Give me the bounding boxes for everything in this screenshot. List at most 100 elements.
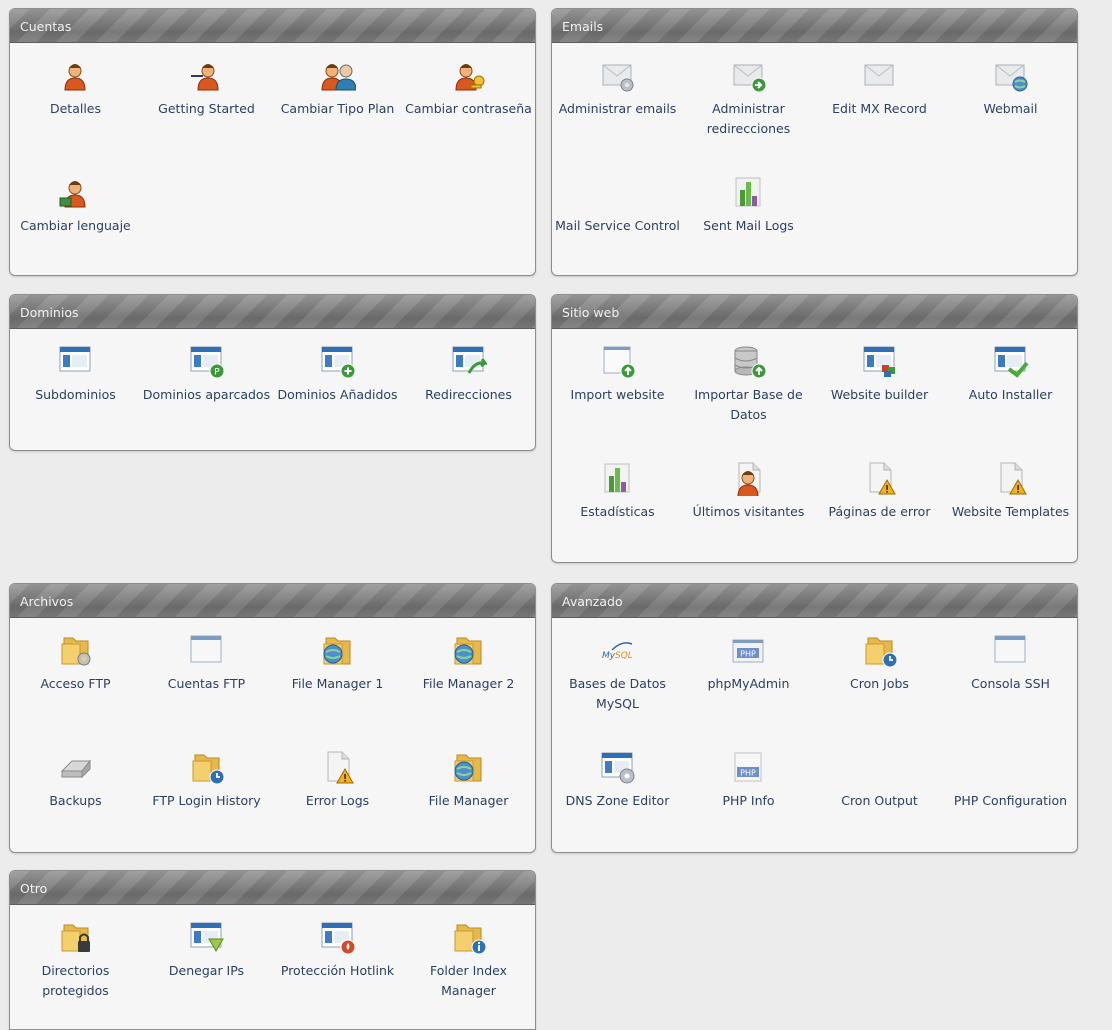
panel-archivos: Archivos Acceso FTP Cuentas FTP File Manag… xyxy=(9,583,536,853)
tool-link[interactable]: Backups xyxy=(10,747,141,811)
tool-link[interactable]: Website Templates xyxy=(945,458,1076,522)
window-blank-icon xyxy=(141,630,272,668)
tool-label: phpMyAdmin xyxy=(707,676,790,691)
page-warning-icon xyxy=(272,747,403,785)
tool-link[interactable]: Acceso FTP xyxy=(10,630,141,694)
folder-lock-icon xyxy=(10,917,141,955)
folder-gear-icon xyxy=(10,630,141,668)
window-parked-icon: P xyxy=(141,341,272,379)
envelope-gear-icon xyxy=(552,55,683,93)
tool-label: Directorios protegidos xyxy=(41,963,110,998)
window-add-icon xyxy=(272,341,403,379)
panel-cuentas: Cuentas Detalles Getting Started Cambiar T… xyxy=(9,8,536,276)
tool-link[interactable]: P Dominios aparcados xyxy=(141,341,272,405)
tool-label: Subdominios xyxy=(35,387,116,402)
tool-link[interactable]: Cron Jobs xyxy=(814,630,945,694)
tool-link[interactable]: Cambiar contraseña xyxy=(403,55,534,119)
bar-chart-icon xyxy=(552,458,683,496)
tool-link[interactable]: Páginas de error xyxy=(814,458,945,522)
tool-link[interactable]: Mail Service Control xyxy=(552,172,683,236)
tool-link[interactable]: Protección Hotlink xyxy=(272,917,403,981)
page-warning-icon xyxy=(814,458,945,496)
tool-link[interactable]: Últimos visitantes xyxy=(683,458,814,522)
tool-label: File Manager 1 xyxy=(291,676,384,691)
tool-label: Bases de Datos MySQL xyxy=(569,676,666,711)
tool-link[interactable]: PHP phpMyAdmin xyxy=(683,630,814,694)
tool-label: Webmail xyxy=(983,101,1038,116)
tool-label: Acceso FTP xyxy=(40,676,111,691)
tool-label: Edit MX Record xyxy=(832,101,927,116)
tool-link[interactable]: Folder Index Manager xyxy=(403,917,534,1001)
disk-icon xyxy=(10,747,141,785)
panel-title: Cuentas xyxy=(10,9,535,43)
tool-link[interactable]: File Manager 1 xyxy=(272,630,403,694)
tool-link[interactable]: DNS Zone Editor xyxy=(552,747,683,811)
svg-text:PHP: PHP xyxy=(740,650,756,659)
tool-label: PHP Info xyxy=(722,793,775,808)
tool-label: Error Logs xyxy=(305,793,370,808)
tool-label: Cron Output xyxy=(841,793,918,808)
tool-label: Sent Mail Logs xyxy=(703,218,794,233)
panel-dominios: Dominios Subdominios P Dominios aparcados D… xyxy=(9,294,536,451)
window-gear-icon xyxy=(552,747,683,785)
window-redirect-icon xyxy=(403,341,534,379)
tool-link[interactable]: Sent Mail Logs xyxy=(683,172,814,236)
page-person-icon xyxy=(683,458,814,496)
tool-label: Denegar IPs xyxy=(168,963,245,978)
tool-label: FTP Login History xyxy=(152,793,261,808)
tool-link[interactable]: Cambiar Tipo Plan xyxy=(272,55,403,119)
tool-link[interactable]: Getting Started xyxy=(141,55,272,119)
tool-link[interactable]: PHP Configuration xyxy=(945,747,1076,811)
tool-link[interactable]: Auto Installer xyxy=(945,341,1076,405)
tool-link[interactable]: Detalles xyxy=(10,55,141,119)
tool-link[interactable]: Importar Base de Datos xyxy=(683,341,814,425)
tool-label: File Manager 2 xyxy=(422,676,515,691)
tool-link[interactable]: Consola SSH xyxy=(945,630,1076,694)
tool-label: File Manager xyxy=(428,793,509,808)
window-icon xyxy=(10,341,141,379)
page-upload-icon xyxy=(552,341,683,379)
tool-label: Mail Service Control xyxy=(555,218,680,233)
tool-link[interactable]: Directorios protegidos xyxy=(10,917,141,1001)
panel-title: Avanzado xyxy=(552,584,1077,618)
tool-link[interactable]: Administrar redirecciones xyxy=(683,55,814,139)
panel-title: Emails xyxy=(552,9,1077,43)
tool-link[interactable]: Cambiar lenguaje xyxy=(10,172,141,236)
tool-link[interactable]: File Manager 2 xyxy=(403,630,534,694)
window-fire-icon xyxy=(272,917,403,955)
tool-link[interactable]: FTP Login History xyxy=(141,747,272,811)
panel-title: Archivos xyxy=(10,584,535,618)
tool-link[interactable]: Administrar emails xyxy=(552,55,683,119)
tool-link[interactable]: Edit MX Record xyxy=(814,55,945,119)
tool-label: Auto Installer xyxy=(968,387,1053,402)
window-blocks-icon xyxy=(814,341,945,379)
svg-text:SQL: SQL xyxy=(615,651,633,661)
tool-link[interactable]: Cron Output xyxy=(814,747,945,811)
tool-link[interactable]: Dominios Añadidos xyxy=(272,341,403,405)
folder-info-icon xyxy=(403,917,534,955)
tool-link[interactable]: PHP PHP Info xyxy=(683,747,814,811)
tool-link[interactable]: Redirecciones xyxy=(403,341,534,405)
tool-link[interactable]: My SQL Bases de Datos MySQL xyxy=(552,630,683,714)
tool-label: Páginas de error xyxy=(828,504,931,519)
tool-link[interactable]: Cuentas FTP xyxy=(141,630,272,694)
tool-link[interactable]: Estadísticas xyxy=(552,458,683,522)
panel-otro: Otro Directorios protegidos Denegar IPs Pr… xyxy=(9,870,536,1030)
tool-link[interactable]: Website builder xyxy=(814,341,945,405)
svg-text:My: My xyxy=(602,651,616,661)
tool-label: Últimos visitantes xyxy=(692,504,805,519)
tool-label: Cambiar lenguaje xyxy=(20,218,131,233)
tool-label: DNS Zone Editor xyxy=(565,793,670,808)
tool-link[interactable]: Webmail xyxy=(945,55,1076,119)
tool-link[interactable]: Denegar IPs xyxy=(141,917,272,981)
tool-link[interactable]: File Manager xyxy=(403,747,534,811)
tool-label: Dominios aparcados xyxy=(142,387,271,402)
panel-title: Dominios xyxy=(10,295,535,329)
tool-link[interactable]: Error Logs xyxy=(272,747,403,811)
tool-link[interactable]: Subdominios xyxy=(10,341,141,405)
tool-label: Estadísticas xyxy=(580,504,655,519)
person-language-icon xyxy=(10,172,141,210)
mysql-logo-icon: My SQL xyxy=(552,630,683,668)
tool-link[interactable]: Import website xyxy=(552,341,683,405)
blank-icon xyxy=(552,172,683,210)
